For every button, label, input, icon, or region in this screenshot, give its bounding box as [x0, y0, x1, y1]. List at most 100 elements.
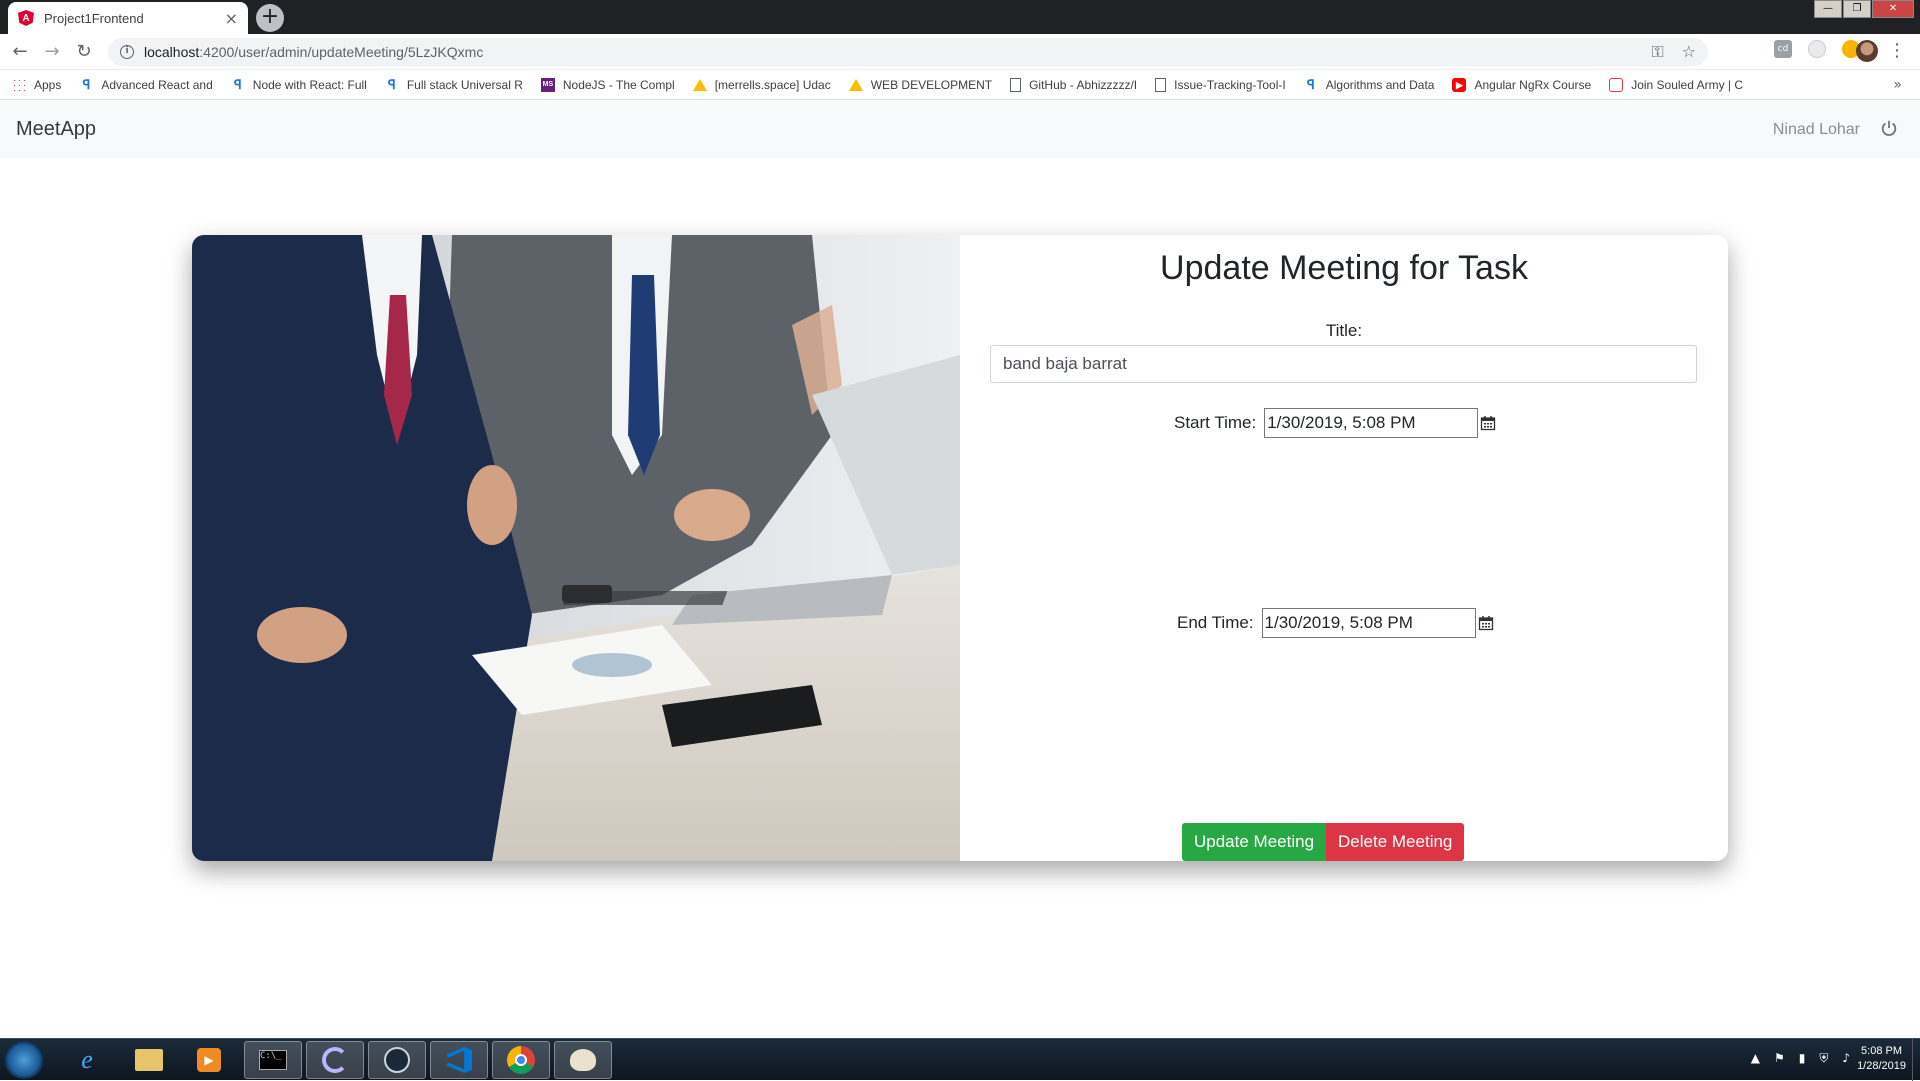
url-text: localhost:4200/user/admin/updateMeeting/…: [144, 44, 483, 60]
taskbar-clock[interactable]: 5:08 PM 1/28/2019: [1857, 1044, 1906, 1074]
update-meeting-button[interactable]: Update Meeting: [1182, 823, 1327, 861]
show-desktop-button[interactable]: [1912, 1039, 1920, 1081]
omnibox-actions: ⚿ ☆: [1651, 42, 1696, 62]
security-icon[interactable]: ⛨: [1819, 1051, 1828, 1066]
browser-tab[interactable]: A Project1Frontend ×: [8, 2, 248, 34]
chrome-icon[interactable]: [492, 1041, 550, 1079]
bookmark-item[interactable]: MS NodeJS - The Compl: [540, 77, 675, 92]
bookmark-item[interactable]: [merrells.space] Udac: [692, 77, 831, 92]
meeting-illustration: [192, 235, 960, 861]
internet-explorer-icon[interactable]: e: [58, 1041, 116, 1079]
clock-date: 1/28/2019: [1857, 1060, 1906, 1072]
sp-icon: ꟼ: [387, 76, 396, 92]
doc-icon: [1010, 77, 1022, 92]
sp-icon: ꟼ: [1306, 76, 1315, 92]
bookmark-item[interactable]: ▶ Angular NgRx Course: [1452, 77, 1592, 92]
bookmark-label: Join Souled Army | C: [1631, 77, 1744, 92]
delete-meeting-button[interactable]: Delete Meeting: [1326, 823, 1465, 861]
end-time-row: End Time:: [1177, 608, 1494, 638]
system-tray: ▲ ⚑ ▮ ⛨ ♪: [1751, 1051, 1850, 1066]
angular-favicon-icon: A: [18, 10, 34, 26]
bookmark-label: Apps: [34, 77, 62, 92]
file-explorer-icon[interactable]: [120, 1041, 178, 1079]
address-bar[interactable]: i localhost:4200/user/admin/updateMeetin…: [108, 38, 1708, 66]
minimize-button[interactable]: —: [1814, 0, 1842, 18]
bookmark-item[interactable]: ꟼ Full stack Universal R: [385, 76, 523, 92]
reload-icon[interactable]: ↻: [72, 40, 96, 64]
forward-arrow-icon[interactable]: →: [40, 40, 64, 64]
bookmark-item[interactable]: ꟼ Advanced React and: [79, 76, 213, 92]
bookmark-label: Algorithms and Data: [1325, 77, 1435, 92]
bookmark-label: Advanced React and: [101, 77, 213, 92]
bookmark-item[interactable]: ꟼ Algorithms and Data: [1304, 76, 1435, 92]
flag-icon[interactable]: ⚑: [1774, 1051, 1785, 1066]
close-window-button[interactable]: ✕: [1872, 0, 1914, 18]
browser-menu-icon[interactable]: ⋮: [1888, 40, 1906, 61]
start-orb-icon[interactable]: [4, 1041, 44, 1079]
calendar-icon[interactable]: [1478, 615, 1494, 631]
bookmark-item[interactable]: WEB DEVELOPMENT: [848, 77, 993, 92]
restore-button[interactable]: ❐: [1843, 0, 1871, 18]
update-meeting-form: Update Meeting for Task Title: Start Tim…: [960, 235, 1728, 861]
profile-avatar[interactable]: [1856, 40, 1878, 62]
command-prompt-icon[interactable]: C:\_: [244, 1041, 302, 1079]
browser-titlebar: A Project1Frontend × + — ❐ ✕: [0, 0, 1920, 34]
new-tab-button[interactable]: +: [256, 4, 284, 32]
extensions-area: cd: [1774, 40, 1860, 58]
title-input[interactable]: [990, 345, 1697, 383]
key-icon[interactable]: ⚿: [1651, 42, 1663, 62]
youtube-icon: ▶: [1452, 77, 1467, 92]
volume-icon[interactable]: ♪: [1842, 1051, 1850, 1066]
bookmark-item[interactable]: GitHub - Abhizzzzz/I: [1010, 77, 1138, 92]
souled-icon: [1609, 77, 1624, 92]
bookmark-label: Issue-Tracking-Tool-I: [1174, 77, 1286, 92]
apps-grid-icon: [12, 77, 26, 92]
sp-icon: ꟼ: [233, 76, 242, 92]
clock-time: 5:08 PM: [1861, 1045, 1903, 1057]
bookmark-label: [merrells.space] Udac: [714, 77, 831, 92]
bookmarks-overflow-icon[interactable]: »: [1893, 77, 1902, 93]
steam-icon[interactable]: [368, 1041, 426, 1079]
window-controls: — ❐ ✕: [1813, 0, 1914, 18]
tab-title: Project1Frontend: [44, 10, 144, 26]
network-icon[interactable]: ▮: [1799, 1051, 1806, 1066]
bookmark-label: Angular NgRx Course: [1474, 77, 1592, 92]
app-c-icon[interactable]: [306, 1041, 364, 1079]
drive-icon: [692, 78, 707, 91]
bookmark-star-icon[interactable]: ☆: [1682, 42, 1696, 62]
bookmark-apps[interactable]: Apps: [12, 77, 62, 92]
app-navbar: MeetApp Ninad Lohar: [0, 101, 1920, 158]
windows-taskbar: e ▶ C:\_ ▲ ⚑ ▮ ⛨ ♪ 5:08 PM 1/28/2019: [0, 1038, 1920, 1081]
ext-cd-icon[interactable]: cd: [1774, 40, 1792, 58]
bookmark-item[interactable]: Join Souled Army | C: [1609, 77, 1744, 92]
tab-close-icon[interactable]: ×: [225, 9, 238, 28]
bookmark-label: Node with React: Full: [252, 77, 367, 92]
calendar-icon[interactable]: [1480, 415, 1496, 431]
back-arrow-icon[interactable]: ←: [8, 40, 32, 64]
browser-toolbar: ← → ↻ i localhost:4200/user/admin/update…: [0, 34, 1920, 70]
bookmark-item[interactable]: Issue-Tracking-Tool-I: [1155, 77, 1286, 92]
url-path: :4200/user/admin/updateMeeting/5LzJKQxmc: [199, 44, 484, 60]
sp-icon: ꟼ: [82, 76, 91, 92]
media-player-icon[interactable]: ▶: [180, 1041, 238, 1079]
vscode-icon[interactable]: [430, 1041, 488, 1079]
bookmark-label: WEB DEVELOPMENT: [870, 77, 993, 92]
business-meeting-photo: [192, 235, 960, 861]
site-info-icon[interactable]: i: [120, 45, 134, 59]
meeting-card: Update Meeting for Task Title: Start Tim…: [192, 235, 1728, 861]
url-host: localhost: [144, 44, 200, 60]
paint-icon[interactable]: [554, 1041, 612, 1079]
start-time-input[interactable]: [1264, 408, 1479, 438]
app-brand[interactable]: MeetApp: [16, 118, 96, 141]
ext-moon-icon[interactable]: [1808, 40, 1826, 58]
tray-arrow-icon[interactable]: ▲: [1751, 1051, 1760, 1066]
bookmark-label: NodeJS - The Compl: [562, 77, 675, 92]
bookmark-label: GitHub - Abhizzzzz/I: [1029, 77, 1138, 92]
power-logout-icon[interactable]: [1880, 119, 1898, 137]
end-time-input[interactable]: [1261, 608, 1476, 638]
start-time-row: Start Time:: [1174, 408, 1496, 438]
start-time-label: Start Time:: [1174, 413, 1257, 432]
bookmark-item[interactable]: ꟼ Node with React: Full: [231, 76, 367, 92]
end-time-label: End Time:: [1177, 613, 1254, 632]
doc-icon: [1155, 77, 1167, 92]
